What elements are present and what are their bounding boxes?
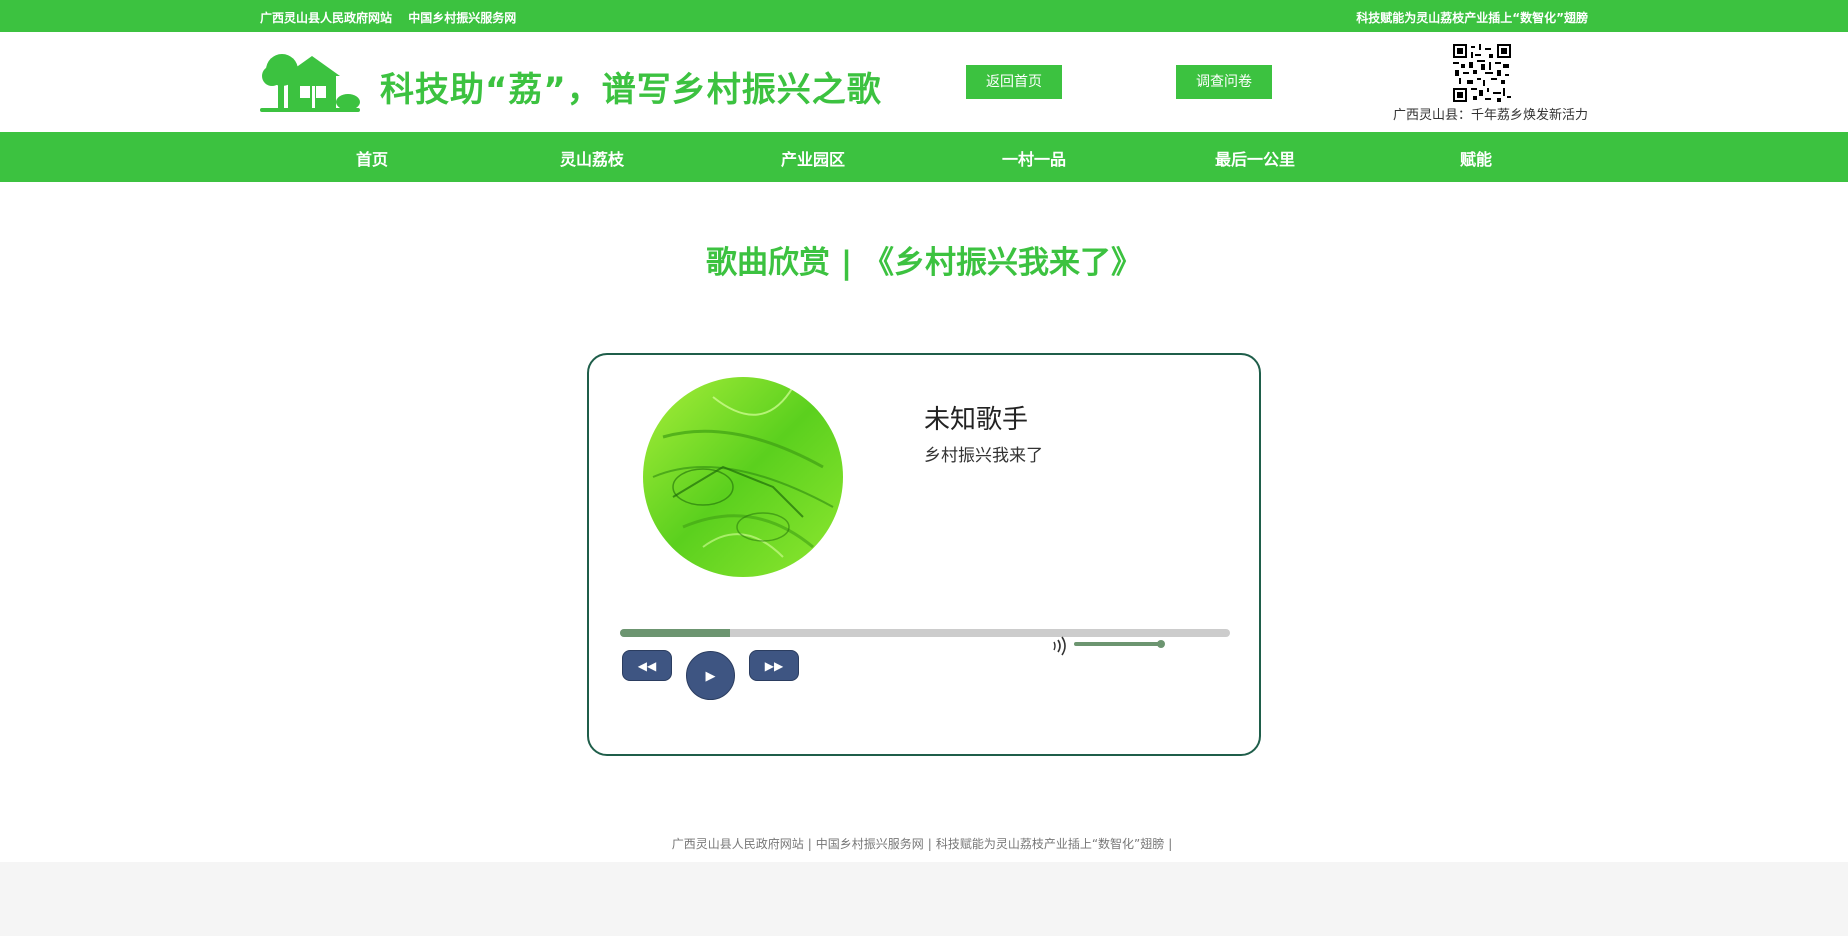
qr-code-icon	[1453, 44, 1511, 102]
footer-links: 广西灵山县人民政府网站 | 中国乡村振兴服务网 | 科技赋能为灵山荔枝产业插上“数智化”…	[0, 835, 1848, 852]
play-icon: ▶	[705, 667, 716, 683]
house-tree-logo-icon	[260, 54, 360, 112]
survey-button[interactable]: 调查问卷	[1176, 65, 1272, 99]
main-content: 歌曲欣赏 | 《乡村振兴我来了》 未知歌手 乡村振兴我来了 ◀◀ ▶ ▶▶ 广西…	[0, 182, 1848, 862]
header: 科技助“荔”，谱写乡村振兴之歌 返回首页 调查问卷 广西灵山县：千年荔乡焕发新活…	[0, 32, 1848, 132]
top-slogan: 科技赋能为灵山荔枝产业插上“数智化”翅膀	[1356, 11, 1588, 25]
main-nav: 首页 灵山荔枝 产业园区 一村一品 最后一公里 赋能	[0, 132, 1848, 182]
play-button[interactable]: ▶	[686, 651, 735, 700]
rewind-icon: ◀◀	[637, 658, 657, 673]
footer-link-service[interactable]: 中国乡村振兴服务网	[816, 837, 924, 851]
album-cover	[643, 377, 843, 577]
music-player: 未知歌手 乡村振兴我来了 ◀◀ ▶ ▶▶	[587, 353, 1261, 756]
back-home-button[interactable]: 返回首页	[966, 65, 1062, 99]
song-title: 乡村振兴我来了	[924, 446, 1043, 466]
nav-item-home[interactable]: 首页	[356, 146, 388, 170]
top-link-service[interactable]: 中国乡村振兴服务网	[408, 11, 516, 25]
fast-forward-icon: ▶▶	[764, 658, 784, 673]
footer-link-slogan[interactable]: 科技赋能为灵山荔枝产业插上“数智化”翅膀	[936, 837, 1164, 851]
nav-item-empower[interactable]: 赋能	[1460, 146, 1492, 170]
footer-separator: |	[807, 837, 812, 851]
progress-fill	[620, 629, 730, 637]
volume-slider[interactable]	[1074, 640, 1176, 648]
progress-bar[interactable]	[620, 629, 1230, 637]
footer-separator: |	[1168, 837, 1173, 851]
footer-separator: |	[927, 837, 932, 851]
top-link-gov[interactable]: 广西灵山县人民政府网站	[260, 11, 392, 25]
nav-item-last-mile[interactable]: 最后一公里	[1215, 146, 1295, 170]
nav-item-lingshan-lychee[interactable]: 灵山荔枝	[560, 146, 624, 170]
nav-item-industrial-park[interactable]: 产业园区	[781, 146, 845, 170]
speaker-icon[interactable]	[1044, 631, 1074, 661]
top-bar: 广西灵山县人民政府网站 中国乡村振兴服务网 科技赋能为灵山荔枝产业插上“数智化”…	[0, 0, 1848, 32]
volume-fill	[1074, 642, 1161, 646]
rewind-button[interactable]: ◀◀	[622, 650, 672, 681]
volume-knob[interactable]	[1156, 640, 1165, 648]
qr-caption: 广西灵山县：千年荔乡焕发新活力	[1392, 108, 1588, 123]
section-title: 歌曲欣赏 | 《乡村振兴我来了》	[706, 245, 1142, 281]
site-title: 科技助“荔”，谱写乡村振兴之歌	[380, 70, 882, 110]
artist-name: 未知歌手	[924, 405, 1029, 435]
nav-item-one-village-one-product[interactable]: 一村一品	[1002, 146, 1066, 170]
top-links: 广西灵山县人民政府网站 中国乡村振兴服务网	[260, 9, 528, 26]
footer-link-gov[interactable]: 广西灵山县人民政府网站	[672, 837, 804, 851]
fast-forward-button[interactable]: ▶▶	[749, 650, 799, 681]
